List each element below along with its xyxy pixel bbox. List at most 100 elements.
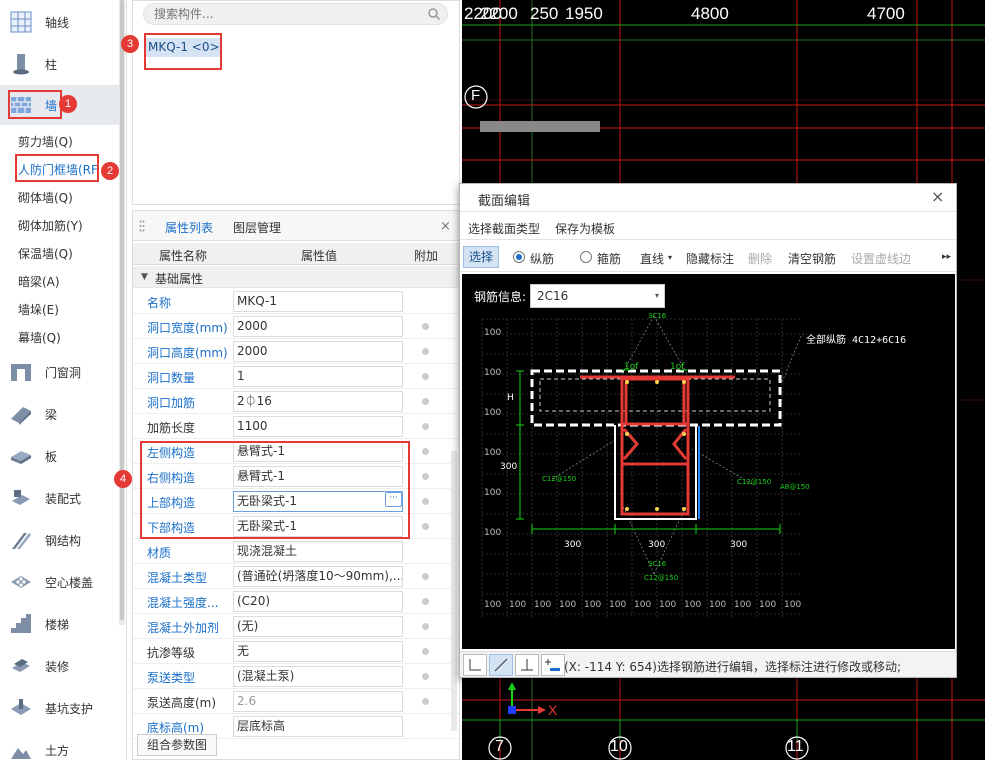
property-value[interactable]: 层底标高 bbox=[233, 716, 403, 737]
property-value[interactable]: (无) bbox=[233, 616, 403, 637]
attach-checkbox[interactable] bbox=[422, 323, 429, 330]
property-group-basic[interactable]: ▼ 基础属性 bbox=[133, 266, 459, 288]
set-dashed-edge-button[interactable]: 设置虚线边 bbox=[851, 250, 911, 267]
bottom-stirrup-tag[interactable]: C12@150 bbox=[644, 574, 678, 582]
property-row[interactable]: 材质 现浇混凝土 bbox=[133, 539, 459, 564]
stirrup-label[interactable]: 箍筋 bbox=[597, 250, 621, 267]
property-row[interactable]: 名称 MKQ-1 bbox=[133, 289, 459, 314]
menu-select-section-type[interactable]: 选择截面类型 bbox=[468, 220, 540, 237]
attach-checkbox[interactable] bbox=[422, 398, 429, 405]
wall-subitem-masonry[interactable]: 砌体墙(Q) bbox=[18, 189, 73, 206]
property-value[interactable]: (混凝土泵) bbox=[233, 666, 403, 687]
top-rebar-tag[interactable]: 3C16 bbox=[648, 312, 666, 320]
wall-subitem-pilaster[interactable]: 墙垛(E) bbox=[18, 301, 59, 318]
property-row[interactable]: 洞口数量 1 bbox=[133, 364, 459, 389]
close-icon[interactable]: × bbox=[931, 187, 944, 206]
close-icon[interactable]: × bbox=[440, 219, 451, 234]
orthogonal-mode-button[interactable] bbox=[463, 654, 487, 676]
dim-right[interactable]: 300 bbox=[730, 540, 747, 550]
toolbar-overflow-icon[interactable]: ▸▸ bbox=[942, 247, 954, 267]
delete-button[interactable]: 删除 bbox=[748, 250, 772, 267]
property-value[interactable]: MKQ-1 bbox=[233, 291, 403, 312]
slant-mode-button[interactable] bbox=[489, 654, 513, 676]
category-steel-structure[interactable]: 钢结构 bbox=[0, 520, 120, 560]
category-decoration[interactable]: 装修 bbox=[0, 646, 120, 686]
attach-checkbox[interactable] bbox=[422, 498, 429, 505]
property-value[interactable]: 无 bbox=[233, 641, 403, 662]
lef-right-label[interactable]: 1of bbox=[670, 362, 684, 372]
dim-vertical[interactable]: 300 bbox=[500, 462, 517, 472]
clear-rebar-button[interactable]: 清空钢筋 bbox=[788, 250, 836, 267]
property-value[interactable]: 1 bbox=[233, 366, 403, 387]
property-value[interactable]: (普通砼(坍落度10～90mm),... bbox=[233, 566, 403, 587]
property-value[interactable]: 现浇混凝土 bbox=[233, 541, 403, 562]
category-foundation-pit[interactable]: 基坑支护 bbox=[0, 688, 120, 728]
wall-subitem-insulation[interactable]: 保温墙(Q) bbox=[18, 245, 73, 262]
dim-left[interactable]: 300 bbox=[564, 540, 581, 550]
chevron-down-icon[interactable]: ▾ bbox=[668, 253, 672, 262]
component-search-input[interactable] bbox=[143, 3, 448, 25]
property-value[interactable]: (C20) bbox=[233, 591, 403, 612]
stirrup-radio[interactable] bbox=[580, 251, 592, 263]
left-stirrup-tag[interactable]: C12@150 bbox=[542, 475, 576, 483]
lef-left-label[interactable]: 1of bbox=[624, 362, 638, 372]
attach-checkbox[interactable] bbox=[422, 423, 429, 430]
add-annotation-button[interactable] bbox=[541, 654, 565, 676]
drag-grip-icon[interactable] bbox=[139, 220, 145, 232]
dim-middle[interactable]: 300 bbox=[648, 540, 665, 550]
property-row[interactable]: 洞口高度(mm) 2000 bbox=[133, 339, 459, 364]
attach-checkbox[interactable] bbox=[422, 623, 429, 630]
property-value[interactable]: 2000 bbox=[233, 316, 403, 337]
property-row[interactable]: 混凝土外加剂 (无) bbox=[133, 614, 459, 639]
attach-checkbox[interactable] bbox=[422, 348, 429, 355]
tab-layer-management[interactable]: 图层管理 bbox=[233, 219, 281, 236]
sidebar-scrollbar[interactable] bbox=[119, 0, 125, 625]
attach-checkbox[interactable] bbox=[422, 598, 429, 605]
attach-checkbox[interactable] bbox=[422, 523, 429, 530]
category-hollow-floor[interactable]: 空心楼盖 bbox=[0, 562, 120, 602]
attach-checkbox[interactable] bbox=[422, 373, 429, 380]
hide-annotation-button[interactable]: 隐藏标注 bbox=[686, 250, 734, 267]
wall-subitem-masonry-reinforcement[interactable]: 砌体加筋(Y) bbox=[18, 217, 83, 234]
property-row[interactable]: 泵送类型 (混凝土泵) bbox=[133, 664, 459, 689]
property-value[interactable]: 1100 bbox=[233, 416, 403, 437]
search-icon[interactable] bbox=[427, 7, 441, 21]
attach-checkbox[interactable] bbox=[422, 698, 429, 705]
combined-parameter-diagram-button[interactable]: 组合参数图 bbox=[137, 734, 217, 756]
property-row[interactable]: 混凝土类型 (普通砼(坍落度10～90mm),... bbox=[133, 564, 459, 589]
property-value[interactable]: 2000 bbox=[233, 341, 403, 362]
tab-property-list[interactable]: 属性列表 bbox=[165, 219, 213, 236]
property-row[interactable]: 混凝土强度... (C20) bbox=[133, 589, 459, 614]
category-beam[interactable]: 梁 bbox=[0, 394, 120, 434]
wall-subitem-hidden-beam[interactable]: 暗梁(A) bbox=[18, 273, 60, 290]
attach-checkbox[interactable] bbox=[422, 648, 429, 655]
property-row[interactable]: 洞口加筋 2⏀16 bbox=[133, 389, 459, 414]
category-column[interactable]: 柱 bbox=[0, 44, 120, 84]
right-stirrup-tag[interactable]: C12@150 bbox=[737, 478, 771, 486]
property-scrollbar[interactable] bbox=[451, 451, 457, 731]
property-row[interactable]: 洞口宽度(mm) 2000 bbox=[133, 314, 459, 339]
select-tool-button[interactable]: 选择 bbox=[463, 246, 499, 268]
attach-checkbox[interactable] bbox=[422, 673, 429, 680]
height-label[interactable]: H bbox=[507, 393, 514, 403]
attach-checkbox[interactable] bbox=[422, 448, 429, 455]
dialog-title-bar[interactable]: 截面编辑 × bbox=[460, 184, 956, 212]
far-right-tag[interactable]: A8@150 bbox=[780, 483, 810, 491]
all-rebar-label[interactable]: 全部纵筋 4C12+6C16 bbox=[806, 331, 906, 346]
attach-checkbox[interactable] bbox=[422, 573, 429, 580]
perpendicular-mode-button[interactable] bbox=[515, 654, 539, 676]
attach-checkbox[interactable] bbox=[422, 473, 429, 480]
bottom-rebar-tag[interactable]: 3C16 bbox=[648, 560, 666, 568]
category-stair[interactable]: 楼梯 bbox=[0, 604, 120, 644]
menu-save-as-template[interactable]: 保存为模板 bbox=[555, 220, 615, 237]
collapse-arrow-icon[interactable]: ▼ bbox=[141, 272, 148, 282]
section-drawing-canvas[interactable]: 钢筋信息: 2C16 ▾ 全部纵筋 4C12+6C16 1of 1of H 30… bbox=[462, 274, 955, 649]
category-slab[interactable]: 板 bbox=[0, 436, 120, 476]
wall-subitem-shear[interactable]: 剪力墙(Q) bbox=[18, 133, 73, 150]
property-value[interactable]: 2.6 bbox=[233, 691, 403, 712]
line-dropdown[interactable]: 直线 bbox=[640, 250, 664, 267]
property-row[interactable]: 泵送高度(m) 2.6 bbox=[133, 689, 459, 714]
category-axis[interactable]: 轴线 bbox=[0, 2, 120, 42]
category-door-window[interactable]: 门窗洞 bbox=[0, 352, 120, 392]
category-earthwork[interactable]: 土方 bbox=[0, 730, 120, 760]
